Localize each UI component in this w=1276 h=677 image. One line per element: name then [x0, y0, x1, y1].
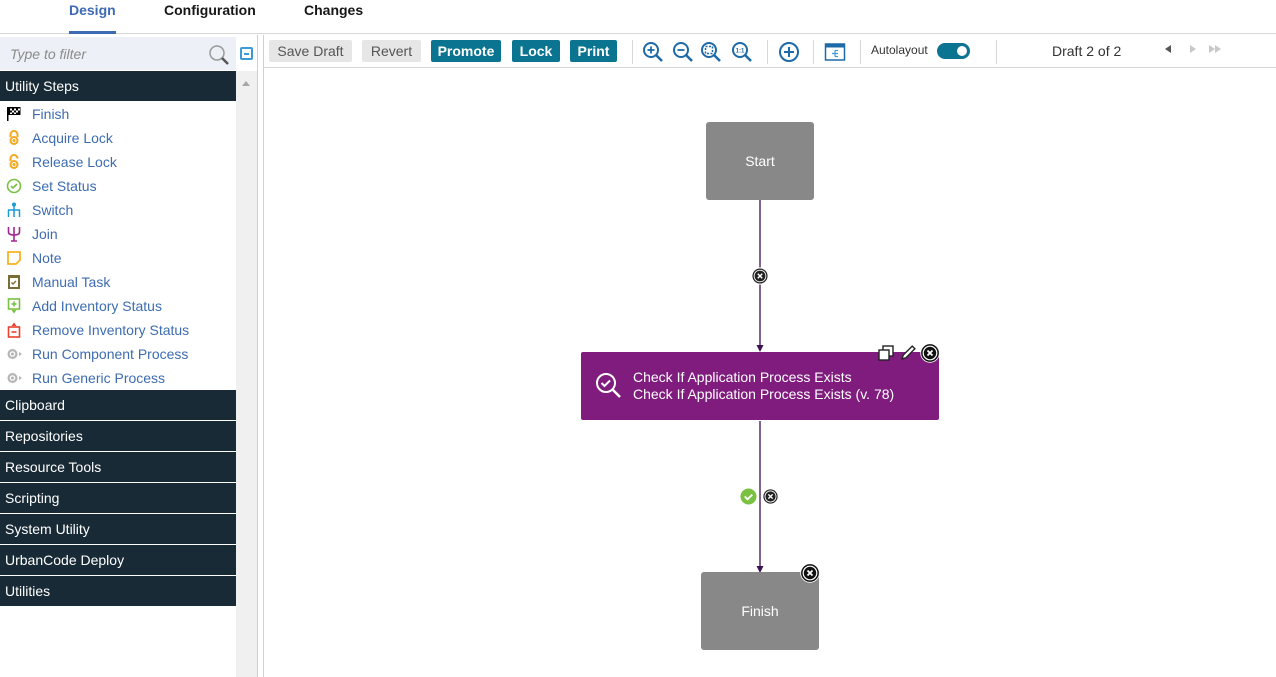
autolayout-label: Autolayout [871, 43, 928, 57]
top-tabs: Design Configuration Changes [0, 0, 1276, 34]
palette-item-label: Finish [32, 106, 70, 122]
palette-item-remove-inventory-status[interactable]: Remove Inventory Status [0, 318, 236, 342]
scroll-up-arrow-icon[interactable] [242, 81, 250, 86]
toolbar-separator [767, 40, 768, 64]
palette-item-acquire-lock[interactable]: Acquire Lock [0, 126, 236, 150]
palette-item-label: Join [32, 226, 58, 242]
palette-item-label: Add Inventory Status [32, 298, 162, 314]
palette-item-label: Note [32, 250, 62, 266]
delete-step-icon[interactable] [920, 343, 940, 363]
palette-item-run-generic-process[interactable]: Run Generic Process [0, 366, 236, 390]
step-node-check-application-process[interactable]: Check If Application Process Exists Chec… [581, 352, 939, 420]
palette-item-release-lock[interactable]: Release Lock [0, 150, 236, 174]
last-draft-icon-2 [1215, 45, 1221, 53]
palette-item-label: Manual Task [32, 274, 111, 290]
zoom-out-icon[interactable] [672, 41, 694, 63]
palette-item-label: Set Status [32, 178, 97, 194]
filter-box [0, 37, 236, 70]
palette-item-label: Run Component Process [32, 346, 189, 362]
revert-button[interactable]: Revert [362, 40, 421, 62]
toolbar-separator [632, 40, 633, 64]
draft-indicator: Draft 2 of 2 [1052, 43, 1122, 59]
palette-item-label: Run Generic Process [32, 370, 166, 386]
toolbar-separator [996, 40, 997, 64]
palette-item-switch[interactable]: Switch [0, 198, 236, 222]
check-circle-icon [6, 178, 22, 194]
palette-item-add-inventory-status[interactable]: Add Inventory Status [0, 294, 236, 318]
edit-step-icon[interactable] [900, 344, 917, 361]
note-icon [7, 251, 21, 265]
step-palette-sidebar: Utility Steps Finish Acquire Lock Releas… [0, 35, 257, 677]
palette-item-set-status[interactable]: Set Status [0, 174, 236, 198]
print-button[interactable]: Print [570, 40, 617, 62]
delete-edge-icon[interactable] [751, 267, 769, 285]
add-inventory-icon [7, 298, 21, 314]
lock-open-icon [9, 154, 19, 169]
layout-panel-icon[interactable] [824, 41, 846, 63]
svg-text:1:1: 1:1 [736, 49, 745, 55]
group-scripting[interactable]: Scripting [0, 483, 236, 513]
editor-toolbar: Save Draft Revert Promote Lock Print 1:1 [264, 35, 1276, 68]
zoom-in-icon[interactable] [642, 41, 664, 63]
collapse-all-button[interactable] [240, 47, 253, 60]
step-title: Check If Application Process Exists [633, 369, 852, 385]
palette-item-label: Remove Inventory Status [32, 322, 190, 338]
remove-inventory-icon [7, 322, 21, 338]
next-draft-icon[interactable] [1190, 45, 1196, 53]
group-system-utility[interactable]: System Utility [0, 514, 236, 544]
edge-arrowhead [756, 345, 764, 352]
palette-item-join[interactable]: Join [0, 222, 236, 246]
success-condition-icon[interactable] [740, 488, 757, 505]
manual-task-icon [8, 275, 20, 289]
active-tab-indicator [69, 31, 116, 34]
promote-button[interactable]: Promote [431, 40, 501, 62]
join-icon [7, 227, 21, 242]
search-check-icon [596, 373, 621, 398]
lock-closed-icon [9, 130, 19, 145]
zoom-fit-icon[interactable] [700, 41, 722, 63]
gear-run-icon [7, 373, 22, 383]
tab-configuration[interactable]: Configuration [164, 2, 256, 18]
zoom-actual-icon[interactable]: 1:1 [731, 41, 753, 63]
add-node-icon[interactable] [778, 41, 800, 63]
lock-button[interactable]: Lock [512, 40, 560, 62]
group-utility-steps[interactable]: Utility Steps [0, 71, 236, 101]
delete-finish-icon[interactable] [800, 563, 820, 583]
previous-draft-icon[interactable] [1165, 45, 1171, 53]
toolbar-separator [813, 40, 814, 64]
group-urbancode-deploy[interactable]: UrbanCode Deploy [0, 545, 236, 575]
palette-item-finish[interactable]: Finish [0, 102, 236, 126]
copy-step-icon[interactable] [878, 345, 894, 361]
checkered-flag-icon [7, 107, 21, 121]
tab-design[interactable]: Design [69, 2, 116, 18]
process-canvas[interactable]: Start Check If Application Process Exist… [264, 69, 1276, 677]
autolayout-toggle[interactable] [937, 43, 970, 59]
gear-run-icon [7, 349, 22, 359]
switch-branch-icon [7, 202, 21, 217]
filter-input[interactable] [0, 37, 200, 70]
save-draft-button[interactable]: Save Draft [269, 40, 352, 62]
palette-item-manual-task[interactable]: Manual Task [0, 270, 236, 294]
palette-item-run-component-process[interactable]: Run Component Process [0, 342, 236, 366]
palette-item-label: Switch [32, 202, 74, 218]
palette-item-label: Acquire Lock [32, 130, 113, 146]
palette-item-note[interactable]: Note [0, 246, 236, 270]
start-node[interactable]: Start [706, 122, 814, 200]
search-icon[interactable] [208, 44, 230, 66]
group-repositories[interactable]: Repositories [0, 421, 236, 451]
palette-item-label: Release Lock [32, 154, 117, 170]
delete-edge-icon[interactable] [762, 488, 779, 505]
group-utilities[interactable]: Utilities [0, 576, 236, 606]
finish-node[interactable]: Finish [701, 572, 819, 650]
group-resource-tools[interactable]: Resource Tools [0, 452, 236, 482]
step-subtitle: Check If Application Process Exists (v. … [633, 386, 895, 402]
sidebar-scrollbar[interactable] [236, 71, 257, 677]
toolbar-separator [860, 40, 861, 64]
panel-divider [257, 35, 258, 677]
group-clipboard[interactable]: Clipboard [0, 390, 236, 420]
tab-changes[interactable]: Changes [304, 2, 363, 18]
